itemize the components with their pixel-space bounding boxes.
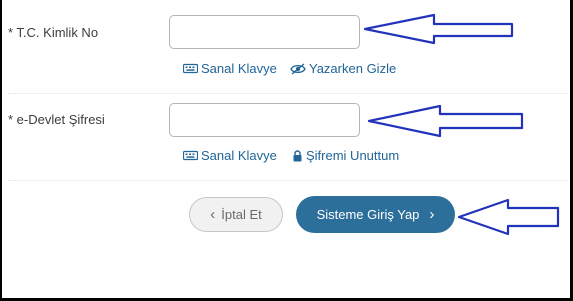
forgot-password-label: Şifremi Unuttum	[306, 148, 400, 163]
arrow-left-annotation-icon	[367, 104, 524, 138]
chevron-left-icon: ‹	[210, 206, 216, 223]
hide-while-typing-label: Yazarken Gizle	[309, 61, 397, 76]
chevron-right-icon: ›	[429, 206, 435, 223]
password-label: * e-Devlet Şifresi	[8, 112, 105, 127]
keyboard-icon	[183, 63, 198, 74]
arrow-left-annotation-icon	[363, 13, 514, 45]
password-input[interactable]	[169, 103, 360, 137]
tckn-label: * T.C. Kimlik No	[8, 25, 99, 40]
tckn-virtual-keyboard-label: Sanal Klavye	[201, 61, 277, 76]
eye-icon	[290, 63, 306, 75]
forgot-password-link[interactable]: Şifremi Unuttum	[292, 148, 399, 163]
arrow-left-annotation-icon	[457, 198, 560, 236]
tckn-input[interactable]	[169, 15, 360, 49]
tckn-virtual-keyboard-link[interactable]: Sanal Klavye	[183, 61, 277, 76]
hide-while-typing-link[interactable]: Yazarken Gizle	[290, 61, 396, 76]
lock-icon	[292, 149, 303, 162]
cancel-button-label: İptal Et	[221, 207, 262, 222]
row-divider	[8, 180, 568, 181]
keyboard-icon	[183, 150, 198, 161]
login-button[interactable]: Sisteme Giriş Yap ›	[296, 196, 455, 233]
row-divider	[8, 93, 568, 94]
password-virtual-keyboard-label: Sanal Klavye	[201, 148, 277, 163]
cancel-button[interactable]: ‹ İptal Et	[189, 197, 283, 232]
login-button-label: Sisteme Giriş Yap	[316, 207, 420, 222]
password-virtual-keyboard-link[interactable]: Sanal Klavye	[183, 148, 277, 163]
